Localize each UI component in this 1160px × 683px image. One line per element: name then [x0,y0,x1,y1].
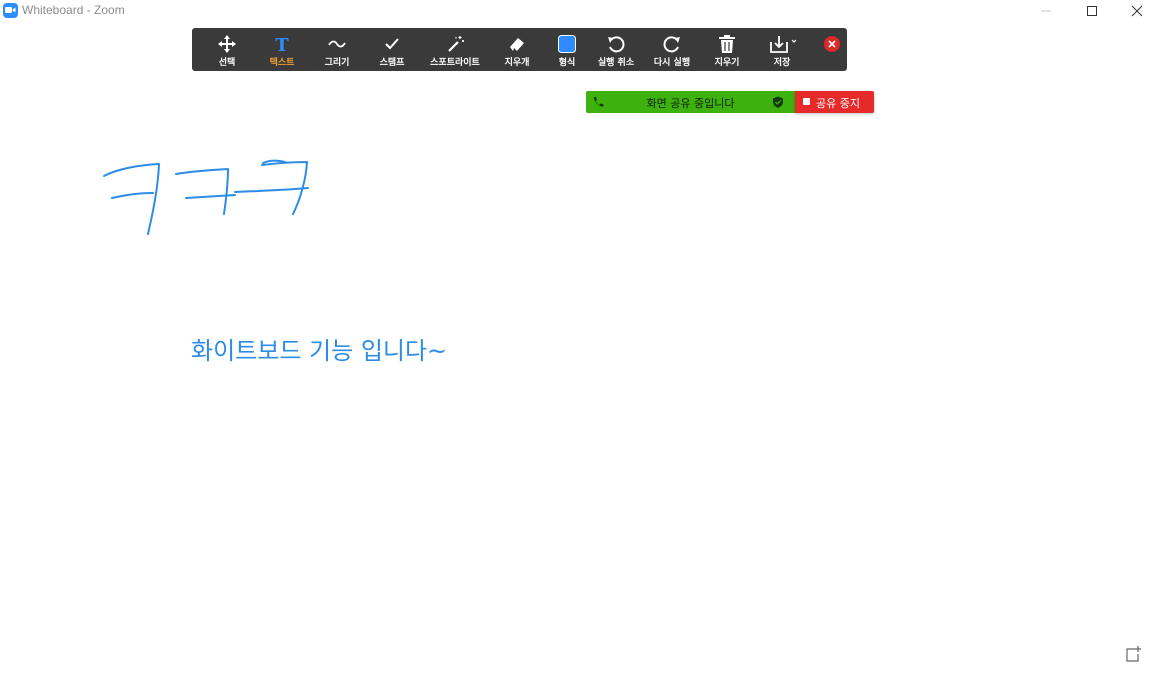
tool-label: 선택 [218,58,236,68]
title-bar: Whiteboard - Zoom [0,0,1160,22]
stop-icon [803,98,810,105]
tool-label: 다시 실행 [653,58,691,68]
text-t-icon: T [271,34,293,56]
magic-wand-icon [444,34,466,54]
tool-label: 텍스트 [269,58,295,68]
close-window-button[interactable] [1114,0,1160,22]
tool-label: 지우기 [714,58,740,68]
zoom-app-icon [3,3,18,18]
undo-icon [605,34,627,54]
close-toolbar-button[interactable] [824,36,840,52]
screen-share-status-bar[interactable]: 화면 공유 중입니다 [586,91,795,113]
format-color-square-icon [556,34,578,54]
tool-text[interactable]: T 텍스트 [261,28,303,71]
tool-save[interactable]: 저장 [761,28,803,71]
whiteboard-text[interactable]: 화이트보드 기능 입니다~ [191,331,447,366]
tool-eraser[interactable]: 지우개 [496,28,538,71]
tilde-draw-icon [326,34,348,54]
annotation-toolbar: 선택 T 텍스트 그리기 스탬프 스포트라이트 지우개 형식 실행 취소 다시 … [192,28,847,71]
tool-label: 실행 취소 [597,58,635,68]
maximize-button[interactable] [1069,0,1115,22]
tool-spotlight[interactable]: 스포트라이트 [423,28,487,71]
stop-share-label: 공유 중지 [816,97,860,110]
tool-label: 지우개 [504,58,530,68]
redo-icon [661,34,683,54]
tool-label: 그리기 [324,58,350,68]
save-download-icon [765,34,799,54]
tool-undo[interactable]: 실행 취소 [592,28,640,71]
svg-text:T: T [275,35,289,54]
tool-label: 스탬프 [379,58,405,68]
tool-redo[interactable]: 다시 실행 [648,28,696,71]
close-icon [828,40,836,48]
tool-draw[interactable]: 그리기 [316,28,358,71]
share-status-text: 화면 공유 중입니다 [646,97,735,110]
move-arrows-icon [216,34,238,54]
minimize-button[interactable] [1023,0,1069,22]
tool-select[interactable]: 선택 [206,28,248,71]
tool-clear[interactable]: 지우기 [706,28,748,71]
new-page-icon[interactable] [1124,645,1142,663]
window-title: Whiteboard - Zoom [22,3,125,17]
stop-share-button[interactable]: 공유 중지 [795,91,874,113]
tool-label: 저장 [773,58,791,68]
checkmark-stamp-icon [381,34,403,54]
tool-stamp[interactable]: 스탬프 [371,28,413,71]
zoom-whiteboard-window: Whiteboard - Zoom 선택 T 텍스트 그리기 스탬프 스포트라이… [0,0,1160,683]
tool-label: 형식 [558,58,576,68]
eraser-icon [506,34,528,54]
handwriting-drawing [103,159,309,235]
trash-icon [716,34,738,54]
shield-icon [773,96,783,108]
tool-label: 스포트라이트 [430,58,480,68]
tool-format[interactable]: 형식 [546,28,588,71]
